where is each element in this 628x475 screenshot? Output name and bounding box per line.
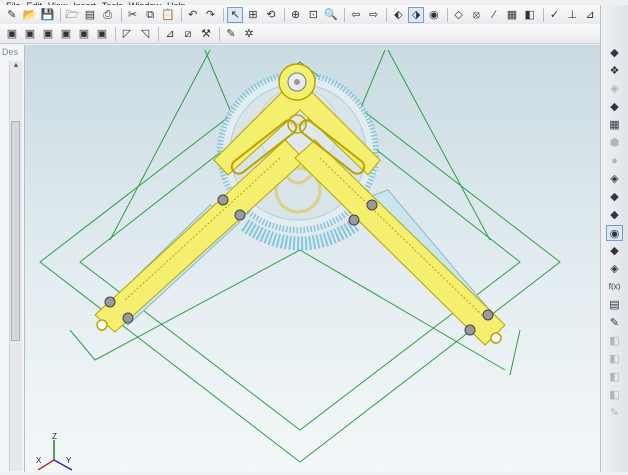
view-left-icon[interactable]: ▣	[76, 26, 92, 42]
scrollbar-thumb[interactable]	[11, 121, 20, 341]
toolbar-separator	[223, 7, 225, 22]
zoom-window-icon[interactable]: ⊡	[305, 7, 321, 23]
render-icon[interactable]: ◉	[426, 7, 442, 23]
x-axis-label: X	[36, 456, 42, 465]
toolbar-separator	[180, 7, 182, 22]
ruler-icon[interactable]: ⊿	[582, 7, 598, 23]
view-back-icon[interactable]: ▣	[22, 26, 38, 42]
material-icon[interactable]: ◆	[606, 189, 623, 205]
component-icon[interactable]: ◆	[606, 99, 623, 115]
view-top-icon[interactable]: ▣	[40, 26, 56, 42]
redo-icon[interactable]: ↷	[203, 7, 219, 23]
assembly-icon[interactable]: ❖	[606, 63, 623, 79]
settings-icon[interactable]: ✲	[241, 26, 257, 42]
measure-icon[interactable]: ⊥	[564, 7, 580, 23]
color-cube-icon[interactable]: ◈	[606, 171, 623, 187]
panel-scrollbar[interactable]: ▲	[9, 61, 22, 471]
design-tab-label[interactable]: Des	[2, 47, 18, 57]
layer-icon[interactable]: ◆	[606, 207, 623, 223]
view-toolbar: ▣ ▣ ▣ ▣ ▣ ▣ ◸ ◹ ⊿ ⧄ ⚒ ✎ ✲	[0, 24, 600, 44]
formula-icon[interactable]: f(x)	[606, 279, 623, 295]
z-axis-label: Z	[52, 432, 57, 441]
cut-icon[interactable]: ✂	[125, 7, 141, 23]
select-arrow-icon[interactable]: ↖	[227, 6, 244, 23]
paste-icon[interactable]: 📋	[160, 7, 176, 23]
design-tree-panel[interactable]: Des ▲	[0, 45, 25, 472]
new-icon[interactable]: ✎	[4, 7, 20, 23]
toolbar-separator	[158, 26, 159, 41]
isometric-icon[interactable]: ◸	[119, 26, 135, 42]
zoom-all-icon[interactable]: 🔍	[323, 7, 339, 23]
toolbar-separator	[386, 7, 388, 22]
dim-tool-1-icon[interactable]: ◧	[606, 333, 623, 349]
sketch-icon[interactable]: ◇	[451, 7, 467, 23]
sphere-icon[interactable]: ●	[606, 153, 623, 169]
view-front-icon[interactable]: ▣	[4, 26, 20, 42]
print-preview-icon[interactable]: ▤	[82, 7, 98, 23]
view-right-icon[interactable]: ▣	[94, 26, 110, 42]
brush-icon[interactable]: ✎	[606, 315, 623, 331]
toolbar-separator	[115, 26, 116, 41]
next-view-icon[interactable]: ⇨	[366, 7, 382, 23]
select-box-icon[interactable]: ⊞	[245, 7, 261, 23]
dim-tool-5-icon[interactable]: ✎	[606, 405, 623, 421]
toolbar-separator	[283, 7, 285, 22]
pick-filter-icon[interactable]: ⬖	[390, 7, 406, 23]
axis-triad: Z Y X	[36, 432, 86, 475]
attribute-icon[interactable]: ◈	[606, 261, 623, 277]
dim-tool-4-icon[interactable]: ◧	[606, 387, 623, 403]
save-icon[interactable]: 💾	[40, 7, 56, 23]
box-icon[interactable]: ⬢	[606, 135, 623, 151]
trimetric-icon[interactable]: ◹	[137, 26, 153, 42]
toolbar-separator	[120, 7, 122, 22]
tools-icon[interactable]: ✎	[223, 26, 239, 42]
feature-icon[interactable]: ◧	[522, 7, 538, 23]
folder-icon[interactable]: 🗁	[64, 7, 80, 23]
paint-icon[interactable]: ◆	[606, 243, 623, 259]
toolbar-separator	[446, 7, 448, 22]
section-icon[interactable]: ⊿	[162, 26, 178, 42]
toolbar-separator	[60, 7, 62, 22]
toolbar-separator	[343, 7, 345, 22]
dim-part-icon[interactable]: ◈	[606, 81, 623, 97]
zoom-in-icon[interactable]: ⊕	[288, 7, 304, 23]
y-axis-label: Y	[66, 456, 72, 465]
open-icon[interactable]: 📂	[22, 7, 38, 23]
toolbar-separator	[542, 7, 544, 22]
view-bottom-icon[interactable]: ▣	[58, 26, 74, 42]
part-icon[interactable]: ◆	[606, 45, 623, 61]
right-toolbar: ◆ ❖ ◈ ◆ ▦ ⬢ ● ◈ ◆ ◆ ◉ ◆ ◈ f(x) ▤ ✎ ◧ ◧ ◧ ◧ ✎	[600, 5, 628, 472]
grid-icon[interactable]: ▦	[504, 7, 520, 23]
print-icon[interactable]: ⎙	[100, 7, 116, 23]
pick-mode-icon[interactable]: ⬗	[408, 6, 425, 23]
dim-tool-3-icon[interactable]: ◧	[606, 369, 623, 385]
table-icon[interactable]: ▤	[606, 297, 623, 313]
display-icon[interactable]: ◉	[606, 225, 623, 241]
standard-toolbar: ✎ 📂 💾 🗁 ▤ ⎙ ✂ ⧉ 📋 ↶ ↷ ↖ ⊞ ⟲ ⊕ ⊡ 🔍 ⇦ ⇨ ⬖ ⬗ ◉ ◇ ⦻ ∕ ▦ ◧ ✓ ⊥ ⊿	[0, 5, 600, 25]
check-icon[interactable]: ✓	[547, 7, 563, 23]
line-icon[interactable]: ∕	[486, 7, 502, 23]
explode-icon[interactable]: ⧄	[180, 26, 196, 42]
dim-tool-2-icon[interactable]: ◧	[606, 351, 623, 367]
scroll-up-icon[interactable]: ▲	[11, 62, 21, 72]
point-icon[interactable]: ⦻	[469, 7, 485, 23]
rotate-view-icon[interactable]: ⟲	[263, 7, 279, 23]
model-drawing	[39, 49, 561, 463]
copy-icon[interactable]: ⧉	[142, 7, 158, 23]
undo-icon[interactable]: ↶	[185, 7, 201, 23]
previous-view-icon[interactable]: ⇦	[348, 7, 364, 23]
wrench-icon[interactable]: ⚒	[198, 26, 214, 42]
3d-viewport[interactable]	[25, 45, 600, 472]
array-icon[interactable]: ▦	[606, 117, 623, 133]
toolbar-separator	[219, 26, 220, 41]
